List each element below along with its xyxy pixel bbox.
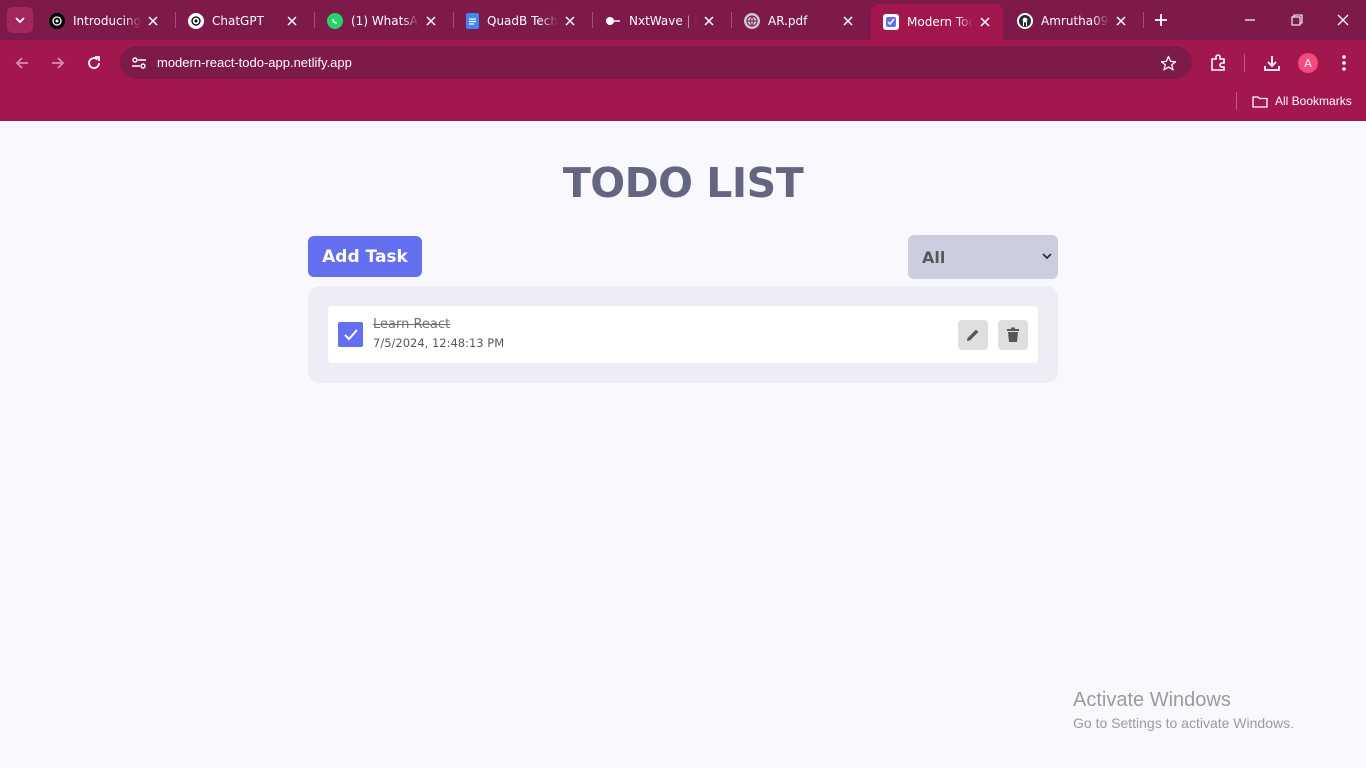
restore-button[interactable] (1287, 10, 1307, 30)
close-icon[interactable] (1113, 13, 1129, 29)
extensions-button[interactable] (1206, 51, 1230, 75)
close-icon[interactable] (562, 13, 578, 29)
add-task-button[interactable]: Add Task (308, 236, 422, 277)
todo-checkbox[interactable] (338, 322, 363, 347)
todo-icon (883, 14, 899, 30)
docs-icon (466, 13, 479, 29)
tab-ar-pdf[interactable]: AR.pdf (732, 6, 866, 36)
close-icon (1337, 14, 1349, 26)
openai-icon (188, 13, 204, 29)
close-icon[interactable] (840, 13, 856, 29)
whatsapp-icon (327, 13, 343, 29)
todo-item: Learn React 7/5/2024, 12:48:13 PM (328, 306, 1038, 363)
page-title: TODO LIST (562, 159, 804, 207)
bookmarks-bar: All Bookmarks (0, 86, 1366, 121)
tab-title: Amrutha0912 (1041, 14, 1109, 28)
new-tab-button[interactable] (1151, 10, 1171, 30)
watermark-subtitle: Go to Settings to activate Windows. (1073, 715, 1294, 731)
tab-quadb[interactable]: QuadB Technologies (454, 6, 588, 36)
tab-whatsapp[interactable]: (1) WhatsApp (315, 6, 449, 36)
tab-chatgpt[interactable]: ChatGPT (176, 6, 310, 36)
address-bar[interactable]: modern-react-todo-app.netlify.app (120, 46, 1192, 79)
all-bookmarks-label: All Bookmarks (1275, 94, 1352, 108)
close-icon[interactable] (701, 13, 717, 29)
todo-title: Learn React (373, 317, 451, 332)
tab-title: QuadB Technologies (487, 14, 558, 28)
tab-separator (1143, 12, 1144, 28)
close-icon[interactable] (977, 14, 993, 30)
chevron-down-icon (15, 17, 25, 24)
edit-todo-button[interactable] (958, 320, 988, 350)
filter-selected-value: All (922, 247, 946, 267)
checkmark-icon (343, 328, 358, 340)
tab-title: (1) WhatsApp (351, 14, 419, 28)
globe-icon (744, 13, 760, 29)
puzzle-icon (1211, 54, 1225, 71)
github-icon (1017, 13, 1033, 29)
toolbar-separator (1244, 54, 1245, 72)
tab-title: Modern Todo App (907, 15, 973, 29)
arrow-left-icon (15, 57, 28, 69)
todo-list: Learn React 7/5/2024, 12:48:13 PM (308, 286, 1058, 383)
download-icon (1264, 56, 1280, 71)
reload-icon (88, 56, 100, 69)
arrow-right-icon (52, 57, 65, 69)
all-bookmarks-button[interactable]: All Bookmarks (1252, 91, 1352, 111)
minimize-icon (1245, 19, 1255, 21)
openai-icon (49, 13, 65, 29)
nxtwave-icon (605, 13, 621, 29)
restore-icon (1291, 14, 1303, 26)
reload-button[interactable] (82, 51, 106, 75)
tab-github[interactable]: Amrutha0912 (1005, 6, 1139, 36)
bookmarks-separator (1236, 92, 1237, 110)
profile-avatar[interactable]: A (1298, 53, 1318, 73)
downloads-button[interactable] (1260, 51, 1284, 75)
chevron-down-icon (1042, 253, 1052, 260)
site-info-icon[interactable] (128, 52, 150, 74)
status-filter-select[interactable]: All (908, 235, 1058, 279)
minimize-button[interactable] (1240, 10, 1260, 30)
tab-strip: Introducing ChatGPT ChatGPT (1) WhatsApp… (0, 0, 1366, 40)
close-icon[interactable] (423, 13, 439, 29)
close-icon[interactable] (145, 13, 161, 29)
browser-menu-button[interactable] (1332, 51, 1356, 75)
plus-icon (1155, 14, 1167, 26)
close-icon[interactable] (284, 13, 300, 29)
tab-introducing-chatgpt[interactable]: Introducing ChatGPT (37, 6, 171, 36)
tab-search-button[interactable] (7, 7, 33, 33)
back-button[interactable] (10, 51, 34, 75)
windows-activation-watermark: Activate Windows Go to Settings to activ… (1073, 689, 1294, 731)
tab-title: Introducing ChatGPT (73, 14, 141, 28)
tab-nxtwave[interactable]: NxtWave | Remote (593, 6, 727, 36)
delete-todo-button[interactable] (998, 320, 1028, 350)
tab-title: AR.pdf (768, 14, 808, 28)
tab-title: NxtWave | Remote (629, 14, 697, 28)
tab-title: ChatGPT (212, 14, 264, 28)
watermark-title: Activate Windows (1073, 689, 1231, 711)
browser-toolbar: modern-react-todo-app.netlify.app (0, 40, 1366, 86)
close-window-button[interactable] (1333, 10, 1353, 30)
todo-timestamp: 7/5/2024, 12:48:13 PM (373, 336, 505, 350)
folder-icon (1252, 95, 1268, 108)
page-viewport: TODO LIST Add Task All Learn React 7/5/2… (0, 121, 1366, 768)
bookmark-star-icon[interactable] (1158, 53, 1178, 73)
more-vertical-icon (1342, 55, 1346, 71)
trash-icon (1007, 327, 1019, 342)
pencil-icon (967, 329, 979, 341)
tab-modern-todo[interactable]: Modern Todo App (871, 4, 1003, 40)
url-text[interactable]: modern-react-todo-app.netlify.app (157, 55, 352, 70)
forward-button[interactable] (46, 51, 70, 75)
